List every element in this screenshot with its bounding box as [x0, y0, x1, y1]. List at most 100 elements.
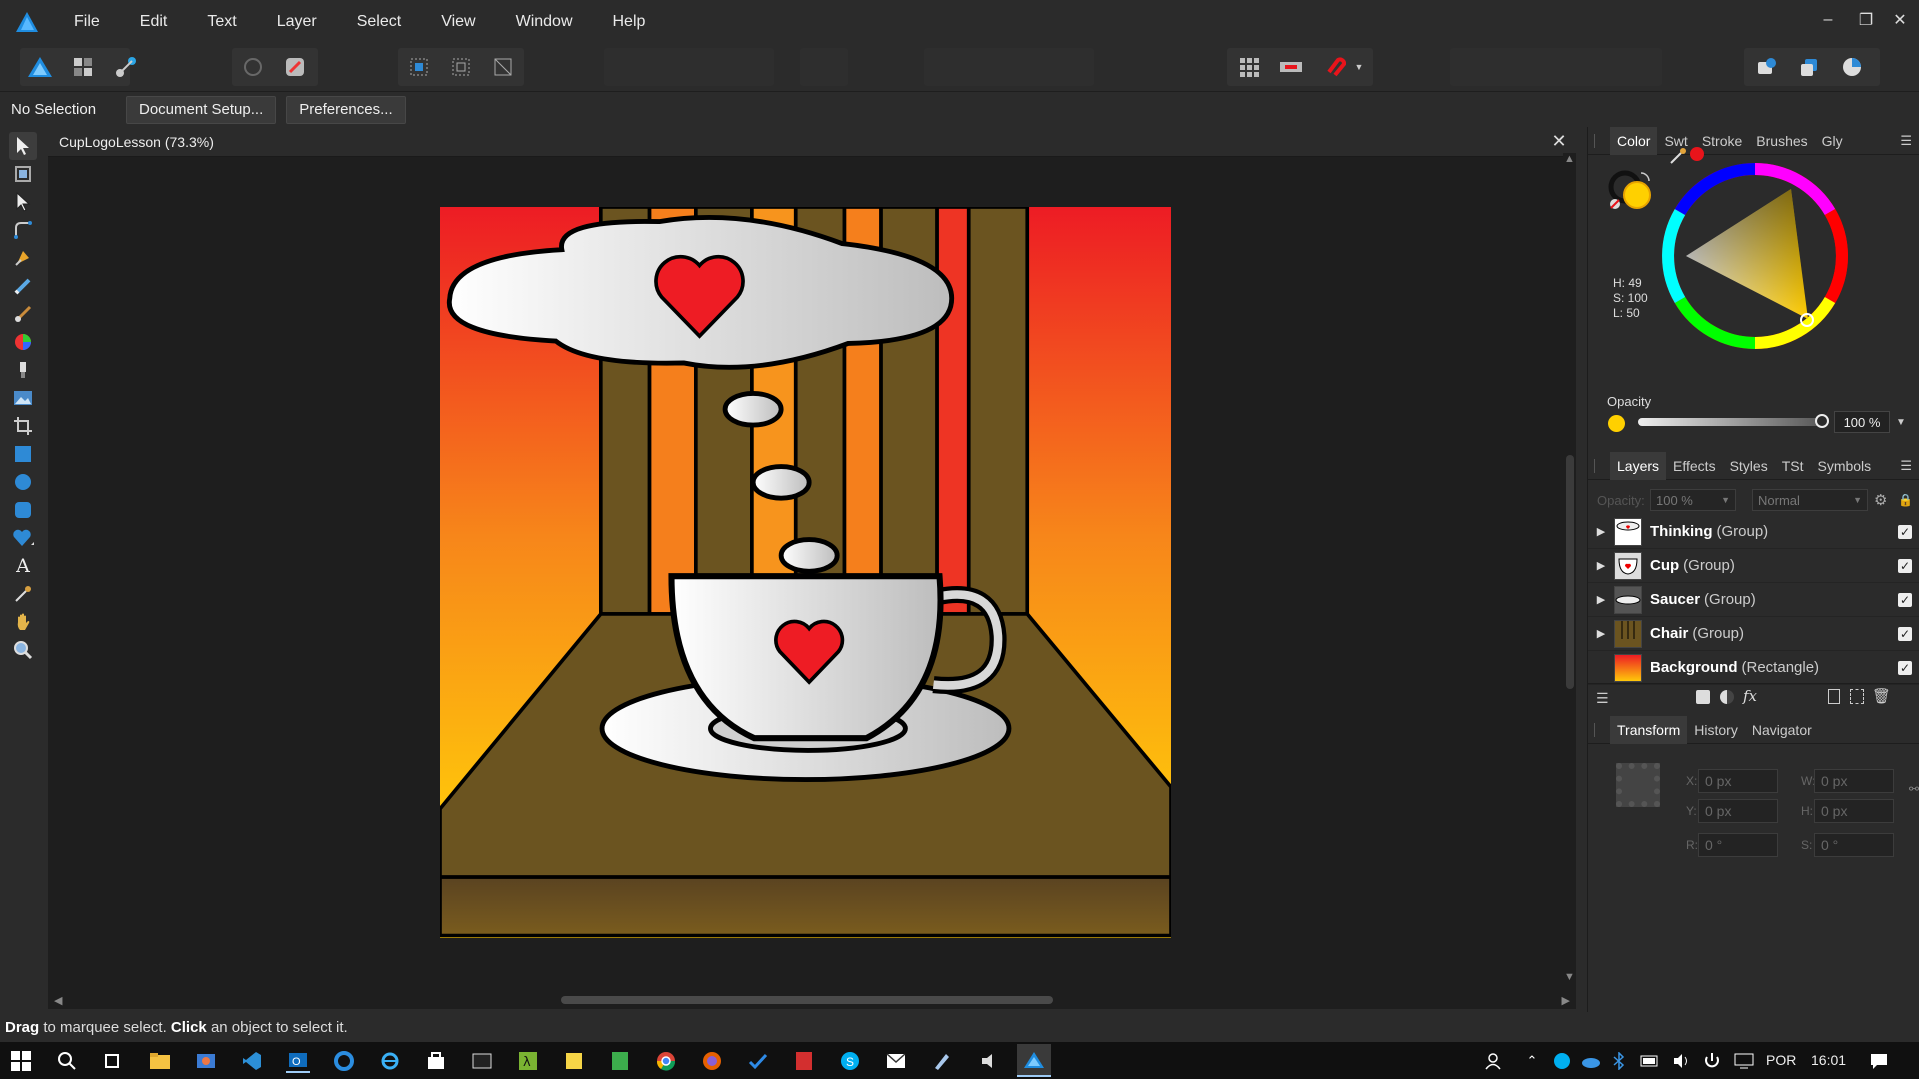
menu-edit[interactable]: Edit — [120, 0, 188, 43]
vector-brush-tool-icon[interactable] — [9, 300, 37, 328]
store-icon[interactable] — [424, 1049, 448, 1073]
pencil-tool-icon[interactable] — [9, 272, 37, 300]
people-icon[interactable] — [1483, 1049, 1507, 1073]
bluetooth-icon[interactable] — [1607, 1049, 1631, 1073]
zoom-tool-icon[interactable] — [9, 636, 37, 664]
color-picker-tool-icon[interactable] — [9, 580, 37, 608]
panel-menu-icon[interactable]: ☰ — [1900, 133, 1912, 149]
adjustment-icon[interactable] — [1720, 690, 1734, 704]
menu-text[interactable]: Text — [187, 0, 256, 43]
text-tool-icon[interactable]: A — [9, 552, 37, 580]
place-image-tool-icon[interactable] — [9, 384, 37, 412]
transform-mode-icon[interactable] — [488, 52, 518, 82]
hand-tool-icon[interactable] — [9, 608, 37, 636]
tab-effects[interactable]: Effects — [1666, 452, 1723, 480]
horizontal-scrollbar[interactable]: ◀ ▶ — [48, 991, 1576, 1009]
menu-layer[interactable]: Layer — [257, 0, 337, 43]
insert-top-icon[interactable] — [1794, 52, 1824, 82]
add-layer-icon[interactable] — [1828, 689, 1840, 704]
audio-app-icon[interactable] — [976, 1049, 1000, 1073]
effects-fx-icon[interactable]: fx — [1743, 687, 1757, 705]
vscode-icon[interactable] — [240, 1049, 264, 1073]
designer-persona-icon[interactable] — [25, 52, 55, 82]
tab-navigator[interactable]: Navigator — [1745, 716, 1819, 744]
pixel-snapping-icon[interactable] — [1276, 52, 1306, 82]
corner-tool-icon[interactable] — [9, 216, 37, 244]
crop-tool-icon[interactable] — [9, 412, 37, 440]
firefox-icon[interactable] — [700, 1049, 724, 1073]
pen-tool-icon[interactable] — [9, 244, 37, 272]
tab-text-styles[interactable]: TSt — [1775, 452, 1811, 480]
heart-shape-tool-icon[interactable] — [9, 524, 37, 552]
visibility-checkbox[interactable]: ✓ — [1898, 525, 1912, 539]
volume-icon[interactable] — [1670, 1049, 1694, 1073]
expand-arrow-icon[interactable]: ▶ — [1588, 627, 1614, 640]
ellipse-tool-icon[interactable] — [9, 468, 37, 496]
lambda-app-icon[interactable]: λ — [516, 1049, 540, 1073]
sticky-notes-icon[interactable] — [562, 1049, 586, 1073]
panel-menu-icon[interactable]: ☰ — [1900, 458, 1912, 474]
mail-icon[interactable] — [884, 1049, 908, 1073]
skype-icon[interactable]: S — [838, 1049, 862, 1073]
minimize-icon[interactable]: – — [1808, 0, 1848, 40]
input-language[interactable]: POR — [1766, 1052, 1796, 1068]
vertical-scrollbar[interactable]: ▲ ▼ — [1563, 153, 1576, 983]
power-tray-icon[interactable] — [1700, 1049, 1724, 1073]
shear-field[interactable]: 0 ° — [1814, 833, 1894, 857]
insert-behind-icon[interactable] — [1751, 52, 1781, 82]
vertical-scroll-thumb[interactable] — [1566, 455, 1574, 689]
tray-expand-icon[interactable]: ⌃ — [1520, 1049, 1544, 1073]
layer-row[interactable]: ▶ Saucer (Group) ✓ — [1588, 583, 1919, 617]
horizontal-scroll-thumb[interactable] — [561, 996, 1053, 1004]
affinity-designer-logo-icon[interactable] — [0, 0, 54, 43]
panel-grip[interactable] — [1594, 722, 1604, 737]
menu-view[interactable]: View — [421, 0, 495, 43]
grid-icon[interactable] — [1234, 52, 1264, 82]
lock-icon[interactable]: 🔒 — [1898, 493, 1913, 507]
outlook-icon[interactable]: O — [286, 1049, 310, 1073]
panel-grip[interactable] — [1594, 458, 1604, 473]
expand-arrow-icon[interactable]: ▶ — [1588, 525, 1614, 538]
battery-icon[interactable] — [1638, 1049, 1662, 1073]
insert-inside-icon[interactable] — [1837, 52, 1867, 82]
menu-help[interactable]: Help — [593, 0, 666, 43]
node-tool-icon[interactable] — [9, 188, 37, 216]
layer-row[interactable]: ▶ Thinking (Group) ✓ — [1588, 515, 1919, 549]
tab-styles[interactable]: Styles — [1723, 452, 1775, 480]
edge-icon[interactable] — [332, 1049, 356, 1073]
visibility-checkbox[interactable]: ✓ — [1898, 627, 1912, 641]
affinity-designer-taskbar-icon[interactable] — [1017, 1044, 1051, 1077]
snapping-magnet-icon[interactable] — [1320, 52, 1350, 82]
artwork-canvas[interactable] — [440, 207, 1171, 938]
snapping-assist-icon[interactable] — [280, 52, 310, 82]
y-field[interactable]: 0 px — [1698, 799, 1778, 823]
internet-explorer-icon[interactable] — [378, 1049, 402, 1073]
select-all-icon[interactable] — [404, 52, 434, 82]
menu-select[interactable]: Select — [337, 0, 421, 43]
onedrive-icon[interactable] — [1579, 1049, 1603, 1073]
close-window-icon[interactable]: ✕ — [1880, 0, 1919, 40]
tab-glyphs[interactable]: Gly — [1815, 127, 1850, 155]
preferences-button[interactable]: Preferences... — [286, 95, 406, 124]
menu-window[interactable]: Window — [496, 0, 593, 43]
close-document-icon[interactable]: ✕ — [1548, 131, 1570, 152]
tab-history[interactable]: History — [1687, 716, 1745, 744]
gear-icon[interactable]: ⚙ — [1874, 491, 1887, 509]
visibility-checkbox[interactable]: ✓ — [1898, 661, 1912, 675]
layer-row[interactable]: ▶ Chair (Group) ✓ — [1588, 617, 1919, 651]
add-group-icon[interactable] — [1850, 689, 1864, 704]
visibility-checkbox[interactable]: ✓ — [1898, 593, 1912, 607]
todo-icon[interactable] — [746, 1049, 770, 1073]
opacity-slider[interactable] — [1638, 418, 1824, 426]
opacity-slider-handle[interactable] — [1815, 414, 1829, 428]
notifications-icon[interactable] — [1867, 1049, 1891, 1073]
transparency-tool-icon[interactable] — [9, 356, 37, 384]
pdf-app-icon[interactable] — [792, 1049, 816, 1073]
skype-tray-icon[interactable] — [1550, 1049, 1574, 1073]
move-tool-icon[interactable] — [9, 132, 37, 160]
file-explorer-icon[interactable] — [148, 1049, 172, 1073]
tab-brushes[interactable]: Brushes — [1749, 127, 1814, 155]
scroll-down-icon[interactable]: ▼ — [1564, 971, 1575, 983]
height-field[interactable]: 0 px — [1814, 799, 1894, 823]
menu-file[interactable]: File — [54, 0, 120, 43]
